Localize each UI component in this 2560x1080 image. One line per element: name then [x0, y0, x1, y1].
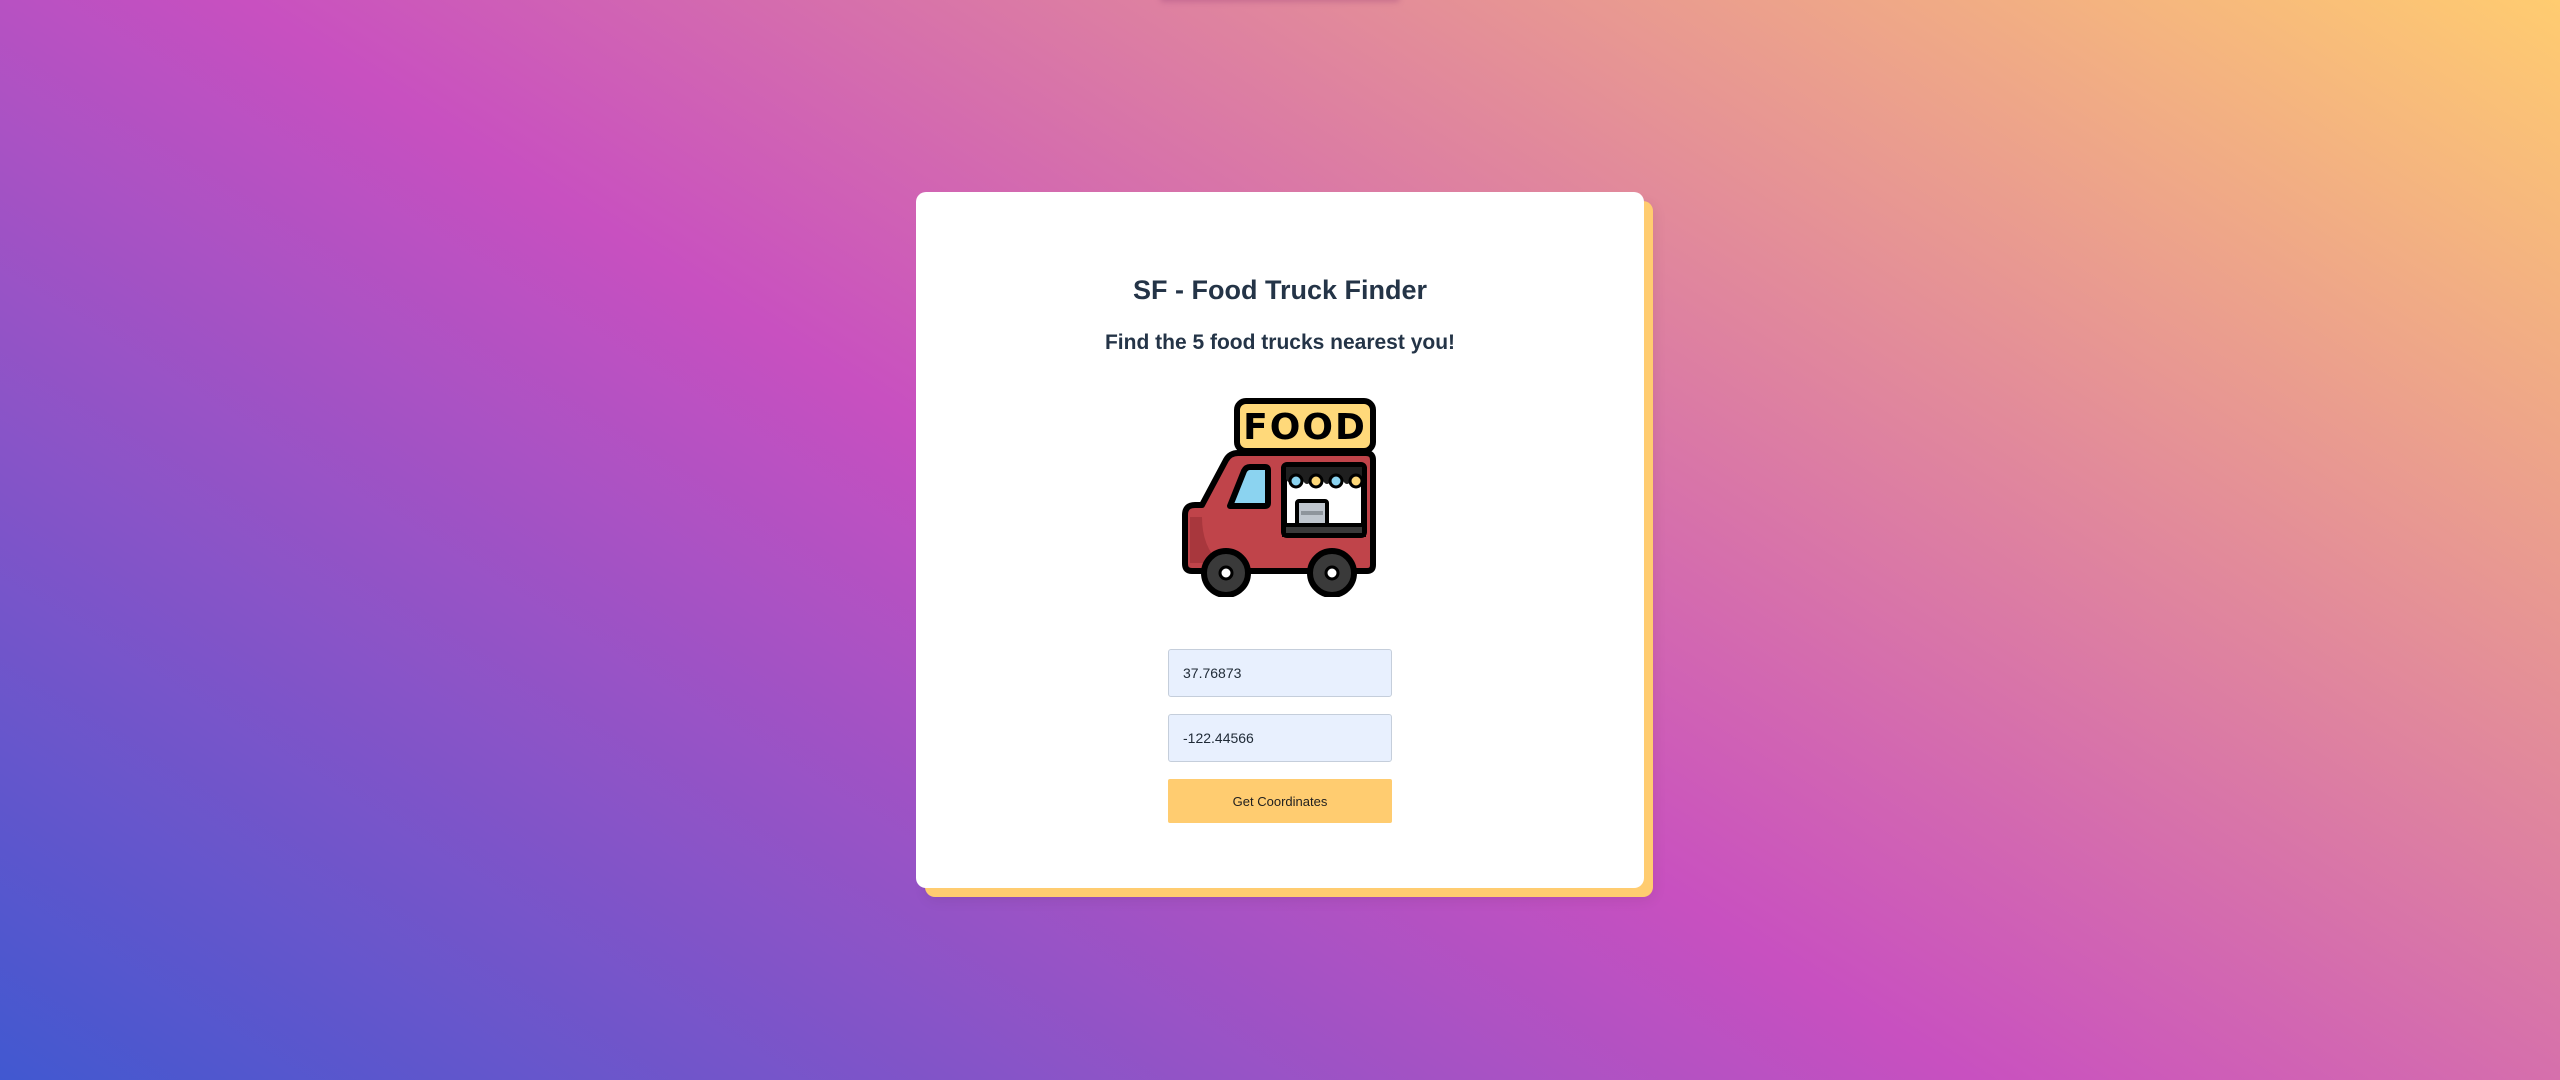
food-truck-icon: FOOD [1182, 398, 1376, 597]
latitude-input[interactable] [1168, 649, 1392, 697]
get-coordinates-button[interactable]: Get Coordinates [1168, 779, 1392, 823]
page-subtitle: Find the 5 food trucks nearest you! [1104, 331, 1456, 354]
longitude-input[interactable] [1168, 714, 1392, 762]
finder-card: SF - Food Truck Finder Find the 5 food t… [916, 192, 1644, 888]
top-edge-shadow [1160, 0, 1400, 2]
food-sign-text: FOOD [1243, 407, 1367, 448]
page-title: SF - Food Truck Finder [1132, 275, 1427, 305]
